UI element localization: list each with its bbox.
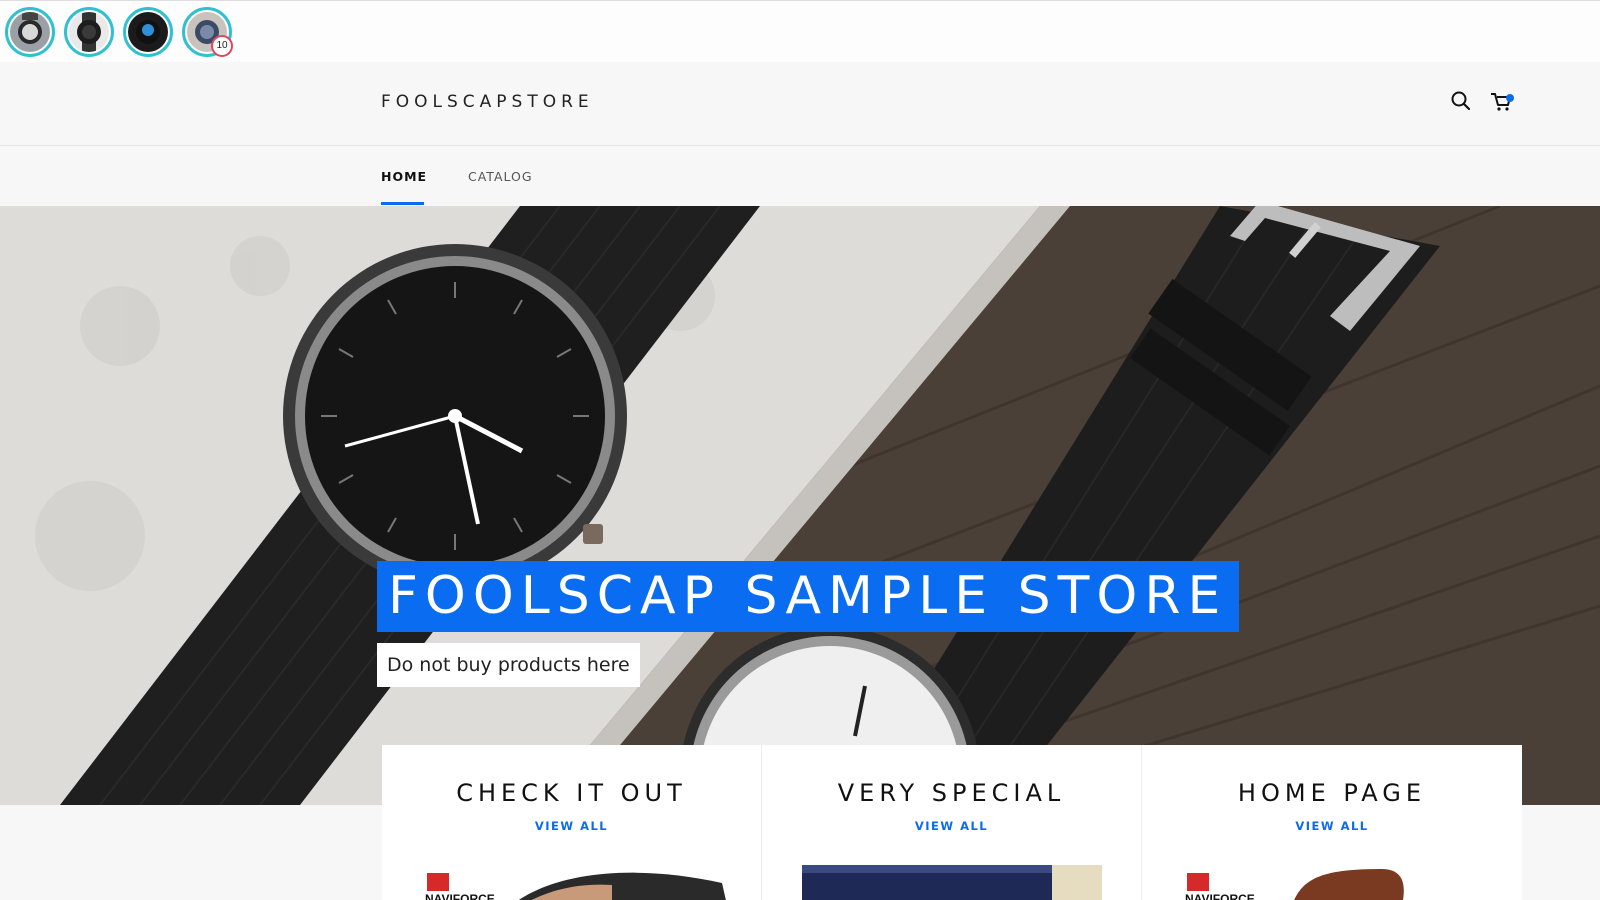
- active-nav-indicator: [381, 202, 424, 205]
- brand-logo-text: NAVIFORCE: [425, 892, 495, 900]
- watch-thumbnail-image: [128, 12, 168, 52]
- hero-title: FOOLSCAP SAMPLE STORE: [377, 561, 1240, 632]
- nav-item-catalog[interactable]: CATALOG: [468, 169, 533, 184]
- nav-item-home[interactable]: HOME: [381, 169, 427, 184]
- search-icon[interactable]: [1448, 88, 1474, 114]
- story-bar: 10: [0, 0, 1600, 62]
- main-nav: HOME CATALOG: [0, 147, 1600, 206]
- watch-thumbnail-image: [69, 12, 109, 52]
- brand-logo-text: NAVIFORCE: [1185, 892, 1255, 900]
- view-all-link[interactable]: VIEW ALL: [382, 819, 761, 833]
- story-count-badge: 10: [211, 35, 233, 57]
- story-thumbnail-4[interactable]: 10: [182, 7, 233, 57]
- view-all-link[interactable]: VIEW ALL: [762, 819, 1141, 833]
- story-thumbnail-2[interactable]: [64, 7, 114, 57]
- story-thumbnail-3[interactable]: [123, 7, 173, 57]
- site-header: FOOLSCAPSTORE: [0, 62, 1600, 146]
- story-thumbnail-1[interactable]: [5, 7, 55, 57]
- collection-image: NAVIFORCE: [1185, 869, 1404, 900]
- store-logo[interactable]: FOOLSCAPSTORE: [381, 92, 594, 112]
- collection-card-home-page[interactable]: HOME PAGE VIEW ALL NAVIFORCE: [1142, 745, 1522, 900]
- hero-banner: FOOLSCAP SAMPLE STORE Do not buy product…: [0, 206, 1600, 805]
- view-all-link[interactable]: VIEW ALL: [1142, 819, 1522, 833]
- collection-title: CHECK IT OUT: [456, 779, 687, 807]
- collection-card-very-special[interactable]: VERY SPECIAL VIEW ALL: [762, 745, 1142, 900]
- hero-subtitle: Do not buy products here: [377, 643, 640, 687]
- watch-thumbnail-image: [10, 12, 50, 52]
- collection-image: NAVIFORCE: [425, 872, 726, 900]
- hero-image: [0, 206, 1600, 805]
- collection-title: HOME PAGE: [1237, 779, 1427, 807]
- collection-title: VERY SPECIAL: [837, 779, 1066, 807]
- featured-collections: CHECK IT OUT VIEW ALL NAVIFORCE VERY SPE…: [382, 745, 1522, 900]
- collection-card-check-it-out[interactable]: CHECK IT OUT VIEW ALL NAVIFORCE: [382, 745, 762, 900]
- cart-icon[interactable]: [1489, 88, 1515, 114]
- collection-image: [802, 865, 1102, 900]
